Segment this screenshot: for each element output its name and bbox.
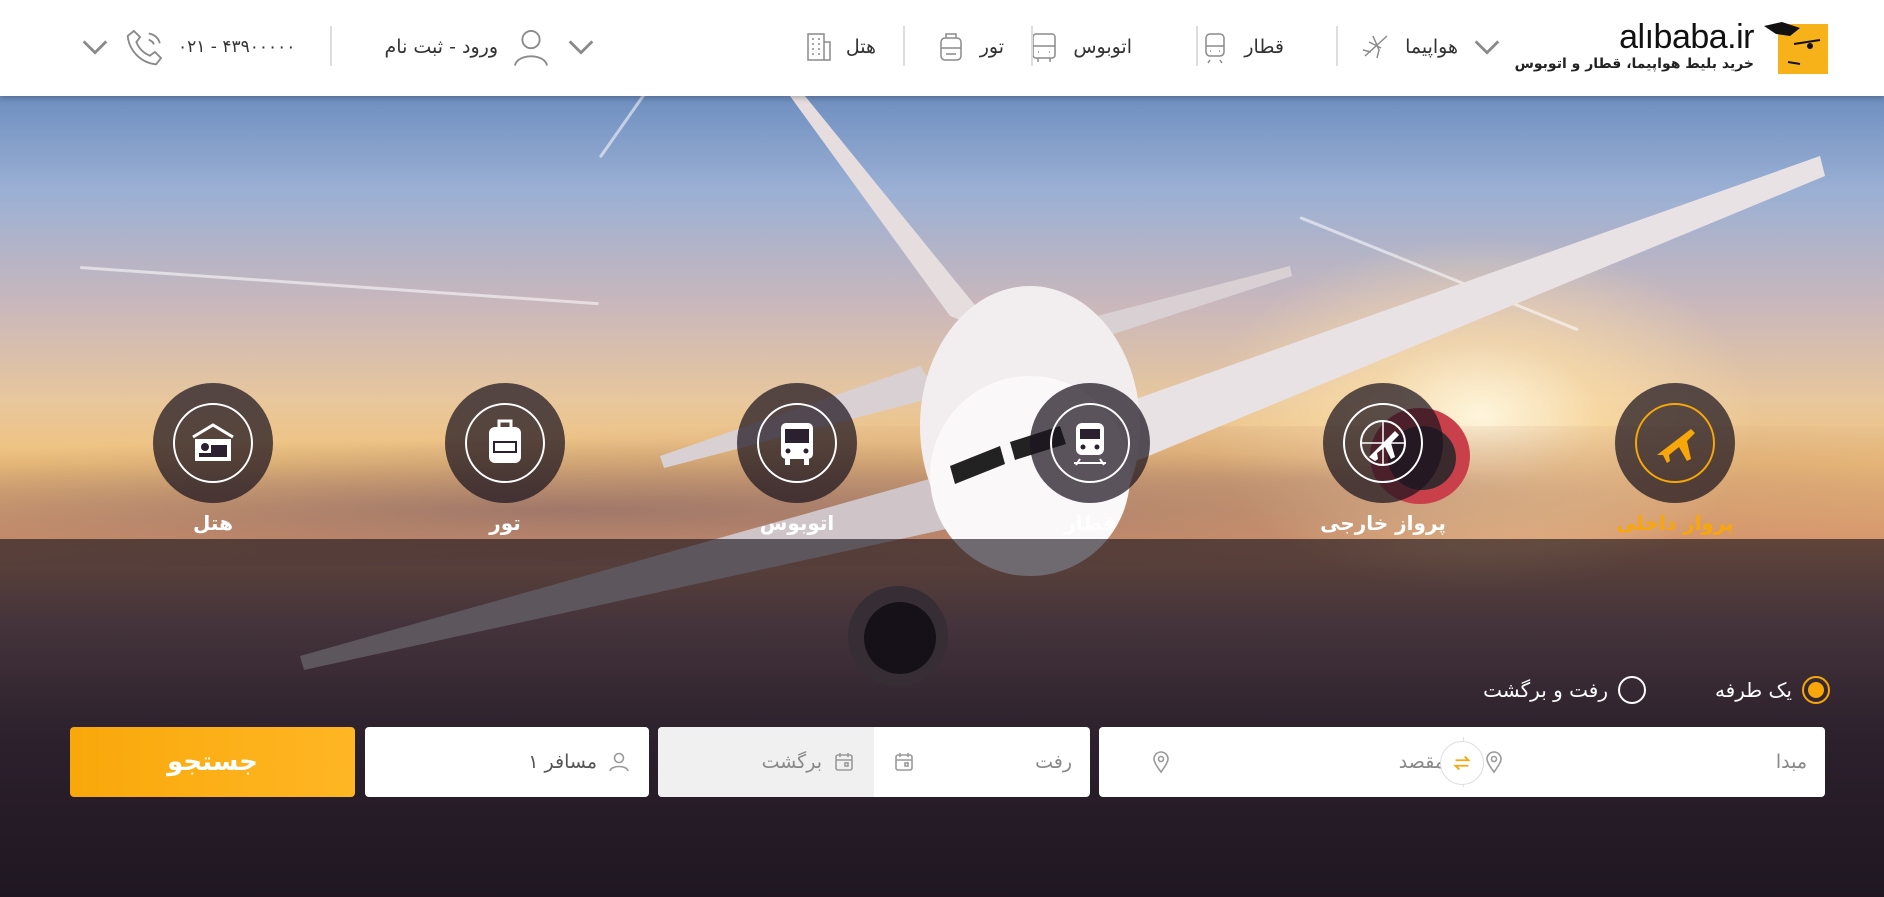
calendar-icon — [895, 753, 913, 771]
user-icon — [609, 752, 629, 772]
dates-field-group — [658, 727, 1090, 797]
train-icon — [1205, 33, 1226, 64]
nav-divider — [1336, 26, 1338, 66]
nav-label-bus: اتوبوس — [1073, 36, 1132, 58]
passengers-field[interactable]: ۱ مسافر — [365, 727, 649, 797]
one-way-label: یک طرفه — [1714, 678, 1792, 702]
tab-tour[interactable]: تور — [430, 383, 580, 553]
location-pin-icon — [1153, 751, 1169, 774]
chevron-down-icon — [568, 40, 594, 55]
plane-icon — [1362, 35, 1388, 59]
tab-label: هتل — [193, 511, 233, 535]
trip-type-one-way[interactable]: یک طرفه — [1715, 676, 1830, 704]
alibaba-logo[interactable]: alıbaba.ir خرید بلیط هواپیما، قطار و اتو… — [1515, 14, 1836, 84]
hotel-bed-icon — [192, 423, 234, 461]
nav-label-train: قطار — [1244, 36, 1284, 58]
return-date-input[interactable] — [676, 751, 822, 773]
tab-label: پرواز خارجی — [1320, 511, 1446, 535]
origin-field[interactable] — [1464, 727, 1825, 797]
international-flight-icon — [1360, 420, 1406, 466]
origin-input[interactable] — [1516, 751, 1807, 773]
trip-type-round-trip[interactable]: رفت و برگشت — [1483, 676, 1646, 704]
top-header: alıbaba.ir خرید بلیط هواپیما، قطار و اتو… — [0, 0, 1884, 96]
tab-ring — [1343, 403, 1423, 483]
tab-circle — [1323, 383, 1443, 503]
destination-field[interactable] — [1099, 727, 1463, 797]
nav-item-hotel[interactable]: هتل — [800, 24, 876, 70]
domestic-flight-icon — [1657, 429, 1695, 463]
tab-label: تور — [489, 511, 521, 535]
login-register-button[interactable]: ورود - ثبت نام — [385, 24, 598, 70]
tab-label: قطار — [1064, 511, 1116, 535]
user-icon — [514, 30, 548, 66]
tab-ring — [757, 403, 837, 483]
tab-ring — [173, 403, 253, 483]
tab-international-flight[interactable]: پرواز خارجی — [1308, 383, 1458, 553]
passengers-value: ۱ مسافر — [528, 751, 597, 773]
bus-icon — [781, 423, 813, 465]
location-pin-icon — [1486, 751, 1502, 774]
return-date-field[interactable] — [658, 727, 874, 797]
nav-divider — [1031, 26, 1033, 66]
tab-label: پرواز داخلی — [1616, 511, 1734, 535]
nav-item-airplane[interactable]: هواپیما — [1359, 24, 1504, 70]
nav-label-airplane: هواپیما — [1405, 36, 1458, 58]
phone-number: ۰۲۱ - ۴۳۹۰۰۰۰۰ — [178, 37, 296, 57]
nav-divider — [330, 26, 332, 66]
search-panel-overlay — [0, 539, 1884, 897]
hotel-building-icon — [807, 33, 831, 61]
nav-item-tour[interactable]: تور — [934, 24, 1004, 70]
calendar-icon — [835, 753, 853, 771]
tab-circle — [1030, 383, 1150, 503]
tab-circle — [153, 383, 273, 503]
logo-mascot-icon — [1764, 22, 1828, 74]
nav-divider — [1196, 26, 1198, 66]
depart-date-field[interactable] — [874, 727, 1090, 797]
phone-icon — [126, 29, 163, 66]
search-button[interactable]: جستجو — [70, 727, 355, 797]
tab-train[interactable]: قطار — [1015, 383, 1165, 553]
chevron-down-icon — [82, 40, 108, 55]
tab-ring — [465, 403, 545, 483]
tab-ring — [1050, 403, 1130, 483]
tab-hotel[interactable]: هتل — [138, 383, 288, 553]
train-icon — [1074, 423, 1106, 466]
swap-arrows-icon — [1453, 755, 1471, 771]
chevron-down-icon — [1474, 40, 1500, 55]
logo-text: alıbaba.ir — [1619, 18, 1754, 56]
tab-ring — [1635, 403, 1715, 483]
tab-circle — [1615, 383, 1735, 503]
destination-input[interactable] — [1183, 751, 1445, 773]
nav-label-tour: تور — [979, 36, 1004, 58]
round-trip-label: رفت و برگشت — [1483, 678, 1608, 702]
backpack-icon — [939, 33, 962, 61]
depart-date-input[interactable] — [926, 751, 1072, 773]
login-register-label: ورود - ثبت نام — [384, 36, 498, 58]
nav-divider — [903, 26, 905, 66]
tab-bus[interactable]: اتوبوس — [722, 383, 872, 553]
tab-label: اتوبوس — [759, 511, 835, 535]
logo-tagline: خرید بلیط هواپیما، قطار و اتوبوس — [1514, 56, 1754, 72]
tab-circle — [737, 383, 857, 503]
nav-item-train[interactable]: قطار — [1198, 24, 1284, 70]
nav-label-hotel: هتل — [845, 36, 876, 58]
nav-item-bus[interactable]: اتوبوس — [1027, 24, 1132, 70]
swap-route-button[interactable] — [1440, 741, 1484, 785]
radio-unselected-icon — [1618, 676, 1646, 704]
tab-circle — [445, 383, 565, 503]
support-phone[interactable]: ۰۲۱ - ۴۳۹۰۰۰۰۰ — [78, 24, 295, 70]
tab-domestic-flight[interactable]: پرواز داخلی — [1600, 383, 1750, 553]
radio-selected-icon — [1802, 676, 1830, 704]
backpack-icon — [489, 419, 521, 463]
